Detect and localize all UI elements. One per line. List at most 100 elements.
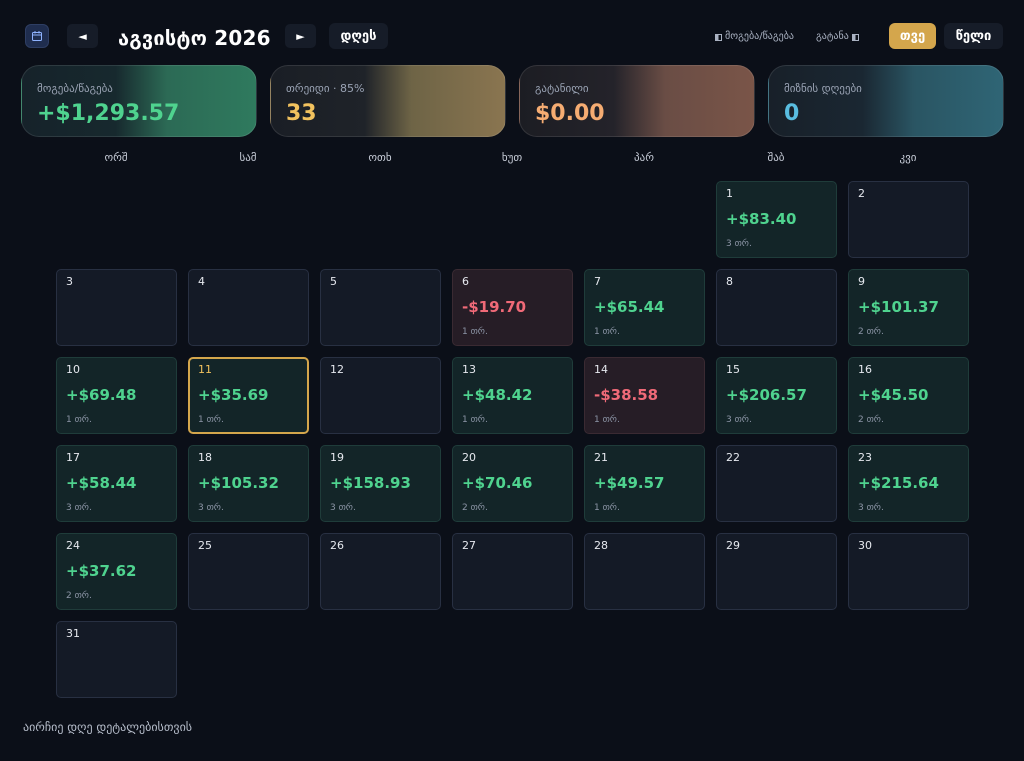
day-cell-16[interactable]: 16 +$45.50 2 თრ. xyxy=(848,357,969,434)
day-pnl: +$215.64 xyxy=(858,474,939,492)
day-cell-23[interactable]: 23 +$215.64 3 თრ. xyxy=(848,445,969,522)
day-trade-count: 1 თრ. xyxy=(462,415,488,425)
day-trade-count: 3 თრ. xyxy=(726,239,752,249)
day-cell-1[interactable]: 1 +$83.40 3 თრ. xyxy=(716,181,837,258)
day-cell-14[interactable]: 14 -$38.58 1 თრ. xyxy=(584,357,705,434)
stat-card-trades: თრეიდი · 85% 33 xyxy=(270,65,506,137)
day-cell-22[interactable]: 22 xyxy=(716,445,837,522)
day-pnl: +$58.44 xyxy=(66,474,137,492)
day-number: 20 xyxy=(462,451,476,464)
day-cell-19[interactable]: 19 +$158.93 3 თრ. xyxy=(320,445,441,522)
day-number: 4 xyxy=(198,275,205,288)
day-number: 9 xyxy=(858,275,865,288)
stat-value: 33 xyxy=(286,101,317,126)
day-pnl: +$158.93 xyxy=(330,474,411,492)
toggle-pnl-label: მოგება/წაგება xyxy=(725,31,794,42)
next-month-button[interactable]: ► xyxy=(285,24,316,48)
day-cell-28[interactable]: 28 xyxy=(584,533,705,610)
day-pnl: -$38.58 xyxy=(594,386,659,404)
weekday-label: ორშ xyxy=(104,151,128,164)
day-cell-15[interactable]: 15 +$206.57 3 თრ. xyxy=(716,357,837,434)
toggle-pnl[interactable]: მოგება/წაგება xyxy=(715,29,794,45)
day-trade-count: 1 თრ. xyxy=(594,415,620,425)
top-bar: ◄ აგვისტო 2026 ► დღეს მოგება/წაგება გატა… xyxy=(0,0,1024,64)
weekday-label: პარ xyxy=(634,151,654,164)
day-cell-5[interactable]: 5 xyxy=(320,269,441,346)
day-trade-count: 2 თრ. xyxy=(66,591,92,601)
day-cell-8[interactable]: 8 xyxy=(716,269,837,346)
stat-card-pnl: მოგება/წაგება +$1,293.57 xyxy=(21,65,257,137)
day-number: 27 xyxy=(462,539,476,552)
day-pnl: -$19.70 xyxy=(462,298,527,316)
day-cell-29[interactable]: 29 xyxy=(716,533,837,610)
calendar-icon[interactable] xyxy=(25,24,49,48)
day-number: 3 xyxy=(66,275,73,288)
day-cell-9[interactable]: 9 +$101.37 2 თრ. xyxy=(848,269,969,346)
day-trade-count: 3 თრ. xyxy=(330,503,356,513)
day-cell-17[interactable]: 17 +$58.44 3 თრ. xyxy=(56,445,177,522)
day-number: 23 xyxy=(858,451,872,464)
weekday-label: ხუთ xyxy=(501,151,523,164)
day-number: 28 xyxy=(594,539,608,552)
toggle-withdrawal[interactable]: გატანა xyxy=(816,29,859,45)
day-number: 15 xyxy=(726,363,740,376)
stat-value: +$1,293.57 xyxy=(37,101,180,126)
day-number: 8 xyxy=(726,275,733,288)
day-pnl: +$35.69 xyxy=(198,386,269,404)
day-cell-10[interactable]: 10 +$69.48 1 თრ. xyxy=(56,357,177,434)
day-cell-11[interactable]: 11 +$35.69 1 თრ. xyxy=(188,357,309,434)
day-number: 16 xyxy=(858,363,872,376)
day-cell-7[interactable]: 7 +$65.44 1 თრ. xyxy=(584,269,705,346)
day-cell-27[interactable]: 27 xyxy=(452,533,573,610)
day-number: 14 xyxy=(594,363,608,376)
day-cell-6[interactable]: 6 -$19.70 1 თრ. xyxy=(452,269,573,346)
day-number: 22 xyxy=(726,451,740,464)
day-number: 25 xyxy=(198,539,212,552)
day-number: 10 xyxy=(66,363,80,376)
today-button[interactable]: დღეს xyxy=(329,23,388,49)
day-cell-31[interactable]: 31 xyxy=(56,621,177,698)
day-pnl: +$101.37 xyxy=(858,298,939,316)
day-cell-30[interactable]: 30 xyxy=(848,533,969,610)
day-cell-25[interactable]: 25 xyxy=(188,533,309,610)
day-cell-3[interactable]: 3 xyxy=(56,269,177,346)
day-number: 30 xyxy=(858,539,872,552)
toggle-withdrawal-label: გატანა xyxy=(816,31,849,42)
day-cell-18[interactable]: 18 +$105.32 3 თრ. xyxy=(188,445,309,522)
stat-card-target-days: მიზნის დღეები 0 xyxy=(768,65,1004,137)
stat-label: თრეიდი · 85% xyxy=(286,82,365,95)
day-number: 11 xyxy=(198,363,212,376)
view-year-button[interactable]: წელი xyxy=(944,23,1003,49)
day-trade-count: 2 თრ. xyxy=(462,503,488,513)
day-cell-21[interactable]: 21 +$49.57 1 თრ. xyxy=(584,445,705,522)
weekday-label: კვი xyxy=(899,151,917,164)
day-cell-12[interactable]: 12 xyxy=(320,357,441,434)
day-number: 24 xyxy=(66,539,80,552)
day-number: 29 xyxy=(726,539,740,552)
view-month-button[interactable]: თვე xyxy=(889,23,936,49)
month-title: აგვისტო 2026 xyxy=(118,26,271,50)
day-number: 1 xyxy=(726,187,733,200)
weekday-label: შაბ xyxy=(767,151,785,164)
day-cell-26[interactable]: 26 xyxy=(320,533,441,610)
day-trade-count: 3 თრ. xyxy=(198,503,224,513)
day-pnl: +$105.32 xyxy=(198,474,279,492)
day-cell-13[interactable]: 13 +$48.42 1 თრ. xyxy=(452,357,573,434)
prev-month-button[interactable]: ◄ xyxy=(67,24,98,48)
day-trade-count: 1 თრ. xyxy=(462,327,488,337)
day-pnl: +$206.57 xyxy=(726,386,807,404)
day-cell-24[interactable]: 24 +$37.62 2 თრ. xyxy=(56,533,177,610)
day-trade-count: 3 თრ. xyxy=(66,503,92,513)
stat-label: მოგება/წაგება xyxy=(37,82,113,95)
day-pnl: +$48.42 xyxy=(462,386,533,404)
half-square-icon xyxy=(851,33,859,41)
day-pnl: +$65.44 xyxy=(594,298,665,316)
day-trade-count: 2 თრ. xyxy=(858,415,884,425)
weekday-label: ოთხ xyxy=(368,151,392,164)
day-cell-4[interactable]: 4 xyxy=(188,269,309,346)
day-cell-2[interactable]: 2 xyxy=(848,181,969,258)
day-pnl: +$49.57 xyxy=(594,474,665,492)
day-cell-20[interactable]: 20 +$70.46 2 თრ. xyxy=(452,445,573,522)
day-trade-count: 2 თრ. xyxy=(858,327,884,337)
stat-value: $0.00 xyxy=(535,101,605,126)
